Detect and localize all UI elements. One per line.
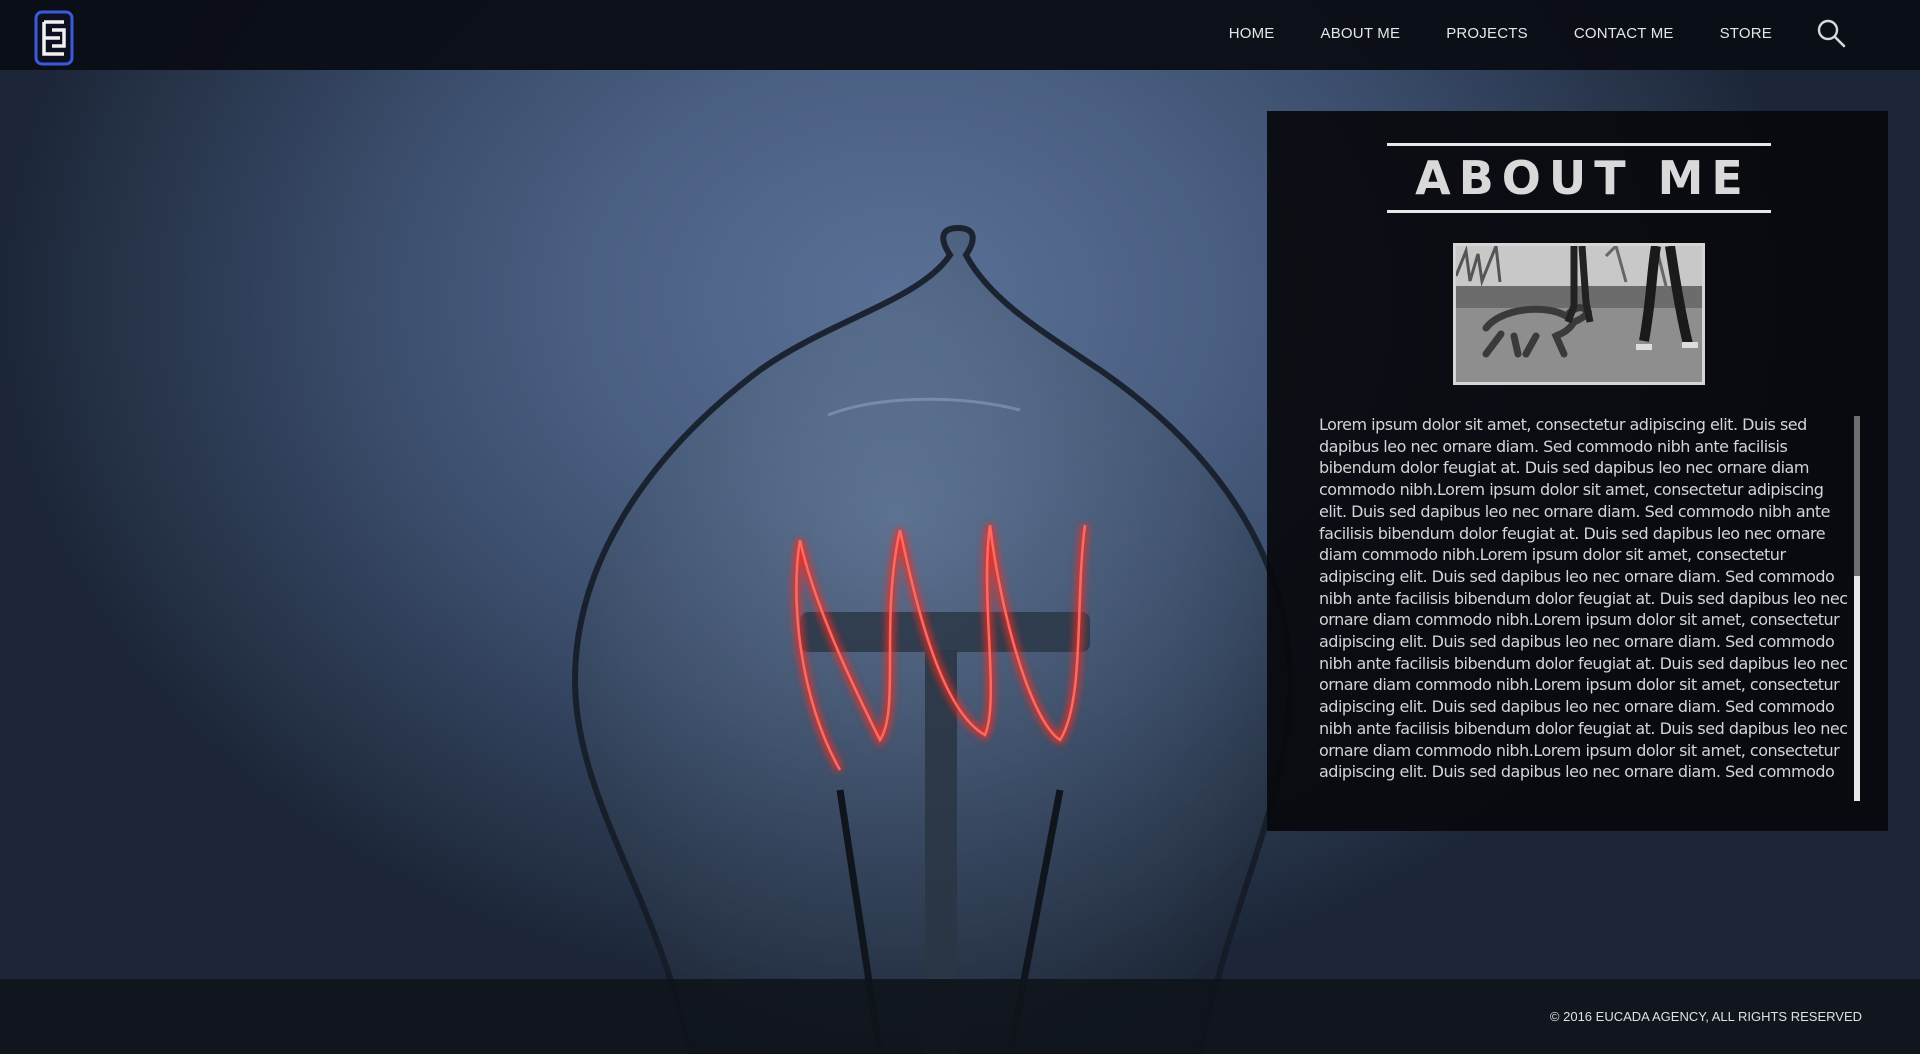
main-nav: HOME ABOUT ME PROJECTS CONTACT ME STORE [1229, 0, 1920, 66]
nav-projects[interactable]: PROJECTS [1446, 25, 1528, 42]
top-navigation-bar: HOME ABOUT ME PROJECTS CONTACT ME STORE [0, 0, 1920, 70]
about-title: ABOUT ME [1415, 151, 1751, 205]
footer: © 2016 EUCADA AGENCY, ALL RIGHTS RESERVE… [0, 979, 1920, 1054]
nav-home[interactable]: HOME [1229, 25, 1275, 42]
about-text-scroll-area[interactable]: Lorem ipsum dolor sit amet, consectetur … [1319, 414, 1849, 786]
nav-store[interactable]: STORE [1720, 25, 1772, 42]
search-icon[interactable] [1816, 18, 1846, 48]
page: HOME ABOUT ME PROJECTS CONTACT ME STORE … [0, 0, 1920, 1054]
title-bottom-rule [1387, 210, 1771, 213]
about-scrollbar-thumb[interactable] [1854, 416, 1860, 576]
about-title-block: ABOUT ME [1387, 143, 1771, 213]
about-scrollbar[interactable] [1854, 416, 1860, 801]
nav-contact-me[interactable]: CONTACT ME [1574, 25, 1674, 42]
profile-photo [1453, 243, 1705, 385]
about-body-text: Lorem ipsum dolor sit amet, consectetur … [1319, 415, 1848, 786]
eucada-logo-icon[interactable] [34, 10, 74, 66]
copyright-text: © 2016 EUCADA AGENCY, ALL RIGHTS RESERVE… [1549, 1009, 1862, 1024]
nav-about-me[interactable]: ABOUT ME [1321, 25, 1401, 42]
about-me-panel: ABOUT ME Lorem ipsum dolor sit amet, con… [1267, 111, 1888, 831]
